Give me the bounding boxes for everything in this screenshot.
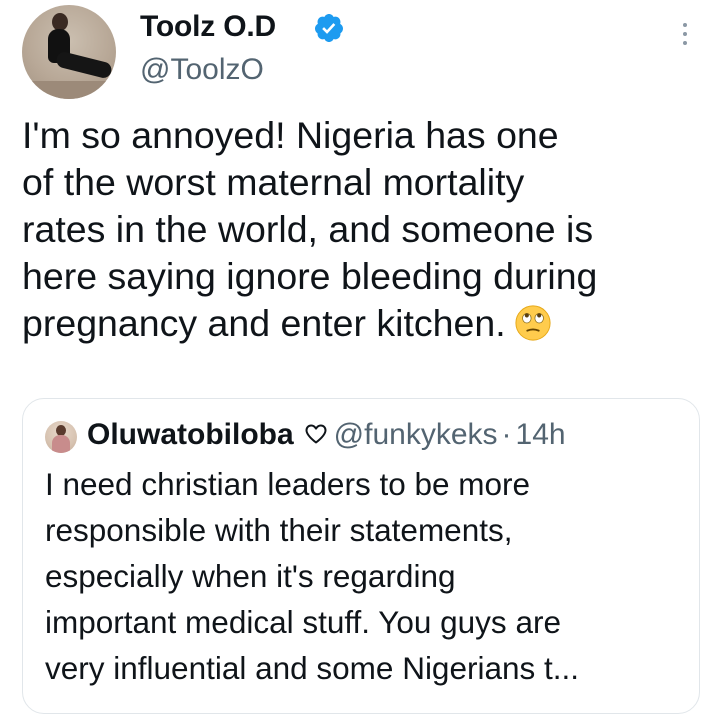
tweet[interactable]: Toolz O.D @ToolzO I'm so annoyed! Nigeri… <box>0 0 720 719</box>
more-options-icon[interactable] <box>679 20 691 48</box>
quoted-avatar-body <box>52 435 70 453</box>
quoted-text-line: very influential and some Nigerians t... <box>45 650 580 686</box>
quoted-author-display-name[interactable]: Oluwatobiloba <box>87 418 294 451</box>
quoted-author-handle[interactable]: @funkykeks <box>334 418 498 451</box>
avatar-floor <box>22 81 116 99</box>
tweet-text-line: I'm so annoyed! Nigeria has one <box>22 114 559 156</box>
tweet-text-line: here saying ignore bleeding during <box>22 255 598 297</box>
quoted-text-line: important medical stuff. You guys are <box>45 604 561 640</box>
tweet-text: I'm so annoyed! Nigeria has one of the w… <box>22 112 712 347</box>
face-with-rolling-eyes-icon <box>515 305 551 341</box>
quoted-tweet-header: Oluwatobiloba @funkykeks · 14h <box>87 415 566 455</box>
separator-dot: · <box>501 418 512 451</box>
heart-outline-icon <box>305 424 327 444</box>
quoted-text-line: responsible with their statements, <box>45 512 513 548</box>
author-display-name[interactable]: Toolz O.D <box>140 10 276 44</box>
tweet-text-line: rates in the world, and someone is <box>22 208 594 250</box>
tweet-text-last-line: pregnancy and enter kitchen. <box>22 300 712 347</box>
tweet-text-line: of the worst maternal mortality <box>22 161 525 203</box>
avatar-figure-legs <box>54 50 114 80</box>
tweet-text-line: pregnancy and enter kitchen. <box>22 302 506 344</box>
author-handle[interactable]: @ToolzO <box>140 53 264 87</box>
quoted-text-line: especially when it's regarding <box>45 558 456 594</box>
quoted-tweet-card[interactable]: Oluwatobiloba @funkykeks · 14h I need chri… <box>22 398 700 714</box>
author-avatar[interactable] <box>22 5 116 99</box>
quoted-tweet-text: I need christian leaders to be more resp… <box>45 461 695 691</box>
quoted-author-avatar[interactable] <box>45 421 77 453</box>
quoted-text-line: I need christian leaders to be more <box>45 466 531 502</box>
quoted-tweet-timestamp[interactable]: 14h <box>516 418 566 451</box>
verified-badge-icon <box>314 14 343 42</box>
